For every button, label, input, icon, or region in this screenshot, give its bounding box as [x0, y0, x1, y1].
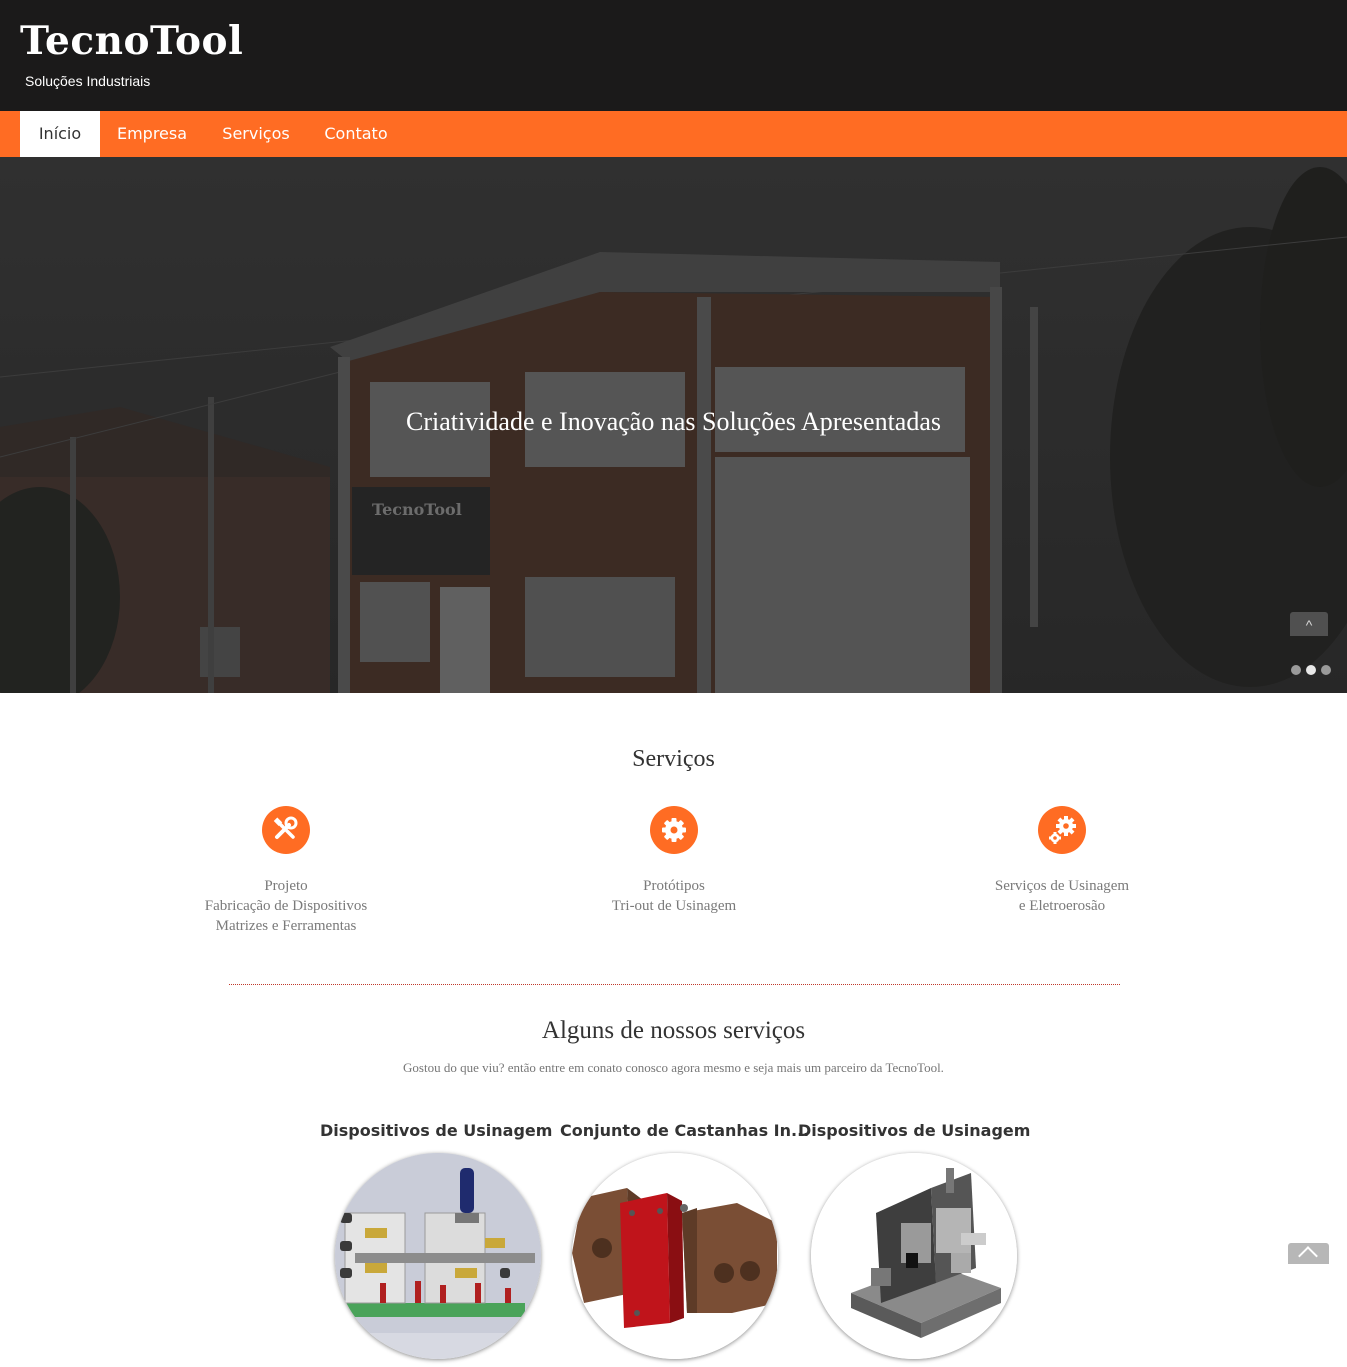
service-item-projeto: Projeto Fabricação de Dispositivos Matri…: [136, 806, 436, 936]
slider-dot-1[interactable]: [1291, 665, 1301, 675]
service-line: Serviços de Usinagem: [994, 878, 1130, 894]
portfolio-card-title[interactable]: Dispositivos de Usinagem: [320, 1121, 552, 1140]
tools-icon: [262, 806, 310, 854]
section-divider: [229, 984, 1120, 985]
portfolio-image-fixture[interactable]: [335, 1153, 541, 1359]
gears-icon: [1038, 806, 1086, 854]
service-item-prototipos: Protótipos Tri-out de Usinagem: [524, 806, 824, 916]
service-line: e Eletroerosão: [1018, 898, 1106, 914]
service-line: Matrizes e Ferramentas: [215, 918, 357, 934]
portfolio-card[interactable]: Dispositivos de Usinagem: [798, 1121, 1030, 1140]
nav-item-contato[interactable]: Contato: [316, 111, 396, 157]
slider-dot-3[interactable]: [1321, 665, 1331, 675]
portfolio-card[interactable]: Conjunto de Castanhas In...: [560, 1121, 809, 1140]
site-header: TecnoTool Soluções Industriais: [0, 0, 1347, 111]
hero-caption: Criatividade e Inovação nas Soluções Apr…: [406, 407, 941, 436]
portfolio-card-title[interactable]: Conjunto de Castanhas In...: [560, 1121, 809, 1140]
service-line: Fabricação de Dispositivos: [204, 898, 368, 914]
portfolio-image-fixture-assembly[interactable]: [811, 1153, 1017, 1359]
portfolio-image-jaws[interactable]: [572, 1153, 778, 1359]
hero-slider: TecnoTool Criatividade e Inovação nas So…: [0, 157, 1347, 693]
site-logo[interactable]: TecnoTool: [20, 18, 243, 64]
nav-item-servicos[interactable]: Serviços: [214, 111, 298, 157]
nav-item-empresa[interactable]: Empresa: [108, 111, 196, 157]
service-line: Protótipos: [643, 878, 705, 894]
service-line: Tri-out de Usinagem: [611, 898, 737, 914]
portfolio-card[interactable]: Dispositivos de Usinagem: [320, 1121, 552, 1140]
slider-dot-2[interactable]: [1306, 665, 1316, 675]
scroll-to-top-button[interactable]: [1288, 1243, 1329, 1266]
portfolio-card-title[interactable]: Dispositivos de Usinagem: [798, 1121, 1030, 1140]
hero-scroll-handle[interactable]: ^: [1290, 612, 1328, 636]
portfolio-subtitle: Gostou do que viu? então entre em conato…: [403, 1060, 944, 1075]
services-heading: Serviços: [632, 746, 715, 772]
chevron-up-icon: [1298, 1246, 1318, 1266]
portfolio-heading: Alguns de nossos serviços: [541, 1017, 806, 1044]
nav-item-inicio[interactable]: Início: [20, 111, 100, 157]
site-tagline: Soluções Industriais: [25, 73, 151, 89]
service-item-usinagem: Serviços de Usinagem e Eletroerosão: [912, 806, 1212, 916]
service-line: Projeto: [264, 878, 308, 894]
gear-icon: [650, 806, 698, 854]
slider-pagination: [1286, 662, 1331, 680]
main-nav: Início Empresa Serviços Contato: [0, 111, 1347, 157]
